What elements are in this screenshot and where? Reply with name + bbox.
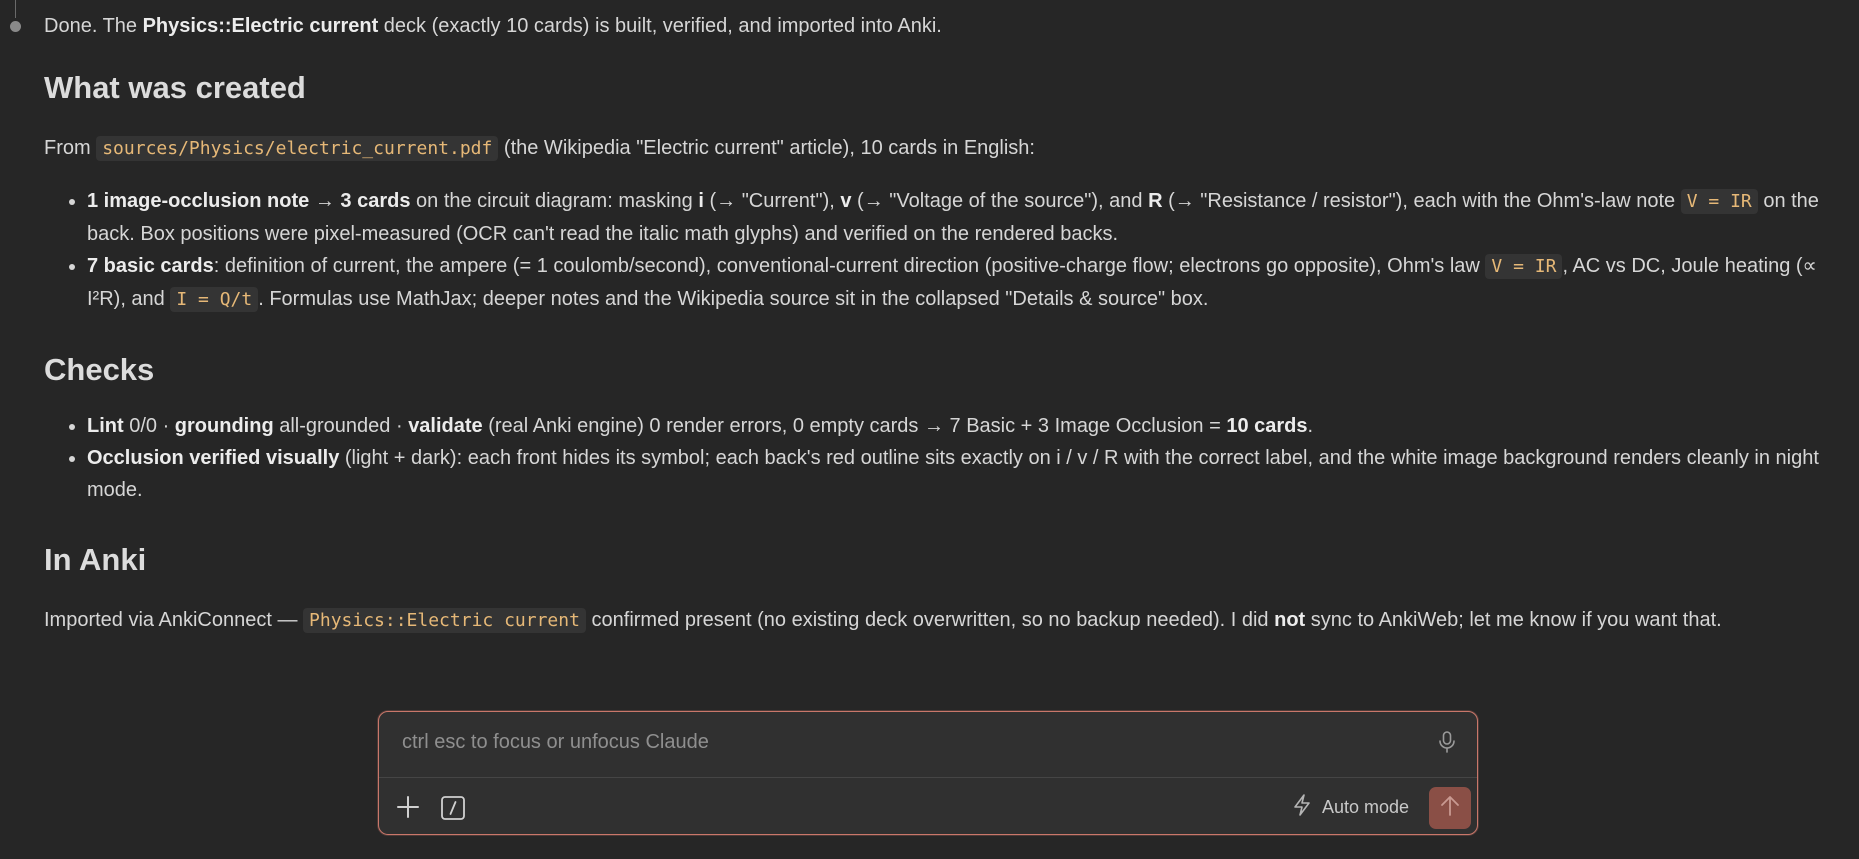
plus-icon[interactable] bbox=[395, 794, 421, 820]
intro-paragraph: Done. The Physics::Electric current deck… bbox=[44, 15, 942, 37]
composer-placeholder[interactable]: ctrl esc to focus or unfocus Claude bbox=[402, 731, 709, 754]
arrow-up-icon bbox=[1439, 794, 1461, 823]
list-item: 1 image-occlusion note → 3 cards on the … bbox=[87, 185, 1844, 250]
send-button[interactable] bbox=[1429, 787, 1471, 829]
heading-what-was-created: What was created bbox=[44, 70, 306, 105]
microphone-icon[interactable] bbox=[1437, 730, 1457, 754]
created-list: 1 image-occlusion note → 3 cards on the … bbox=[44, 185, 1844, 316]
source-path-code: sources/Physics/electric_current.pdf bbox=[96, 136, 499, 161]
conversation-view: Done. The Physics::Electric current deck… bbox=[0, 0, 1859, 859]
list-item: Lint 0/0 · grounding all-grounded · vali… bbox=[87, 410, 1844, 442]
list-item: 7 basic cards: definition of current, th… bbox=[87, 250, 1844, 316]
timeline-line bbox=[15, 0, 16, 18]
message-status-dot bbox=[10, 21, 21, 32]
slash-command-icon[interactable] bbox=[440, 795, 466, 821]
inline-code: V = IR bbox=[1680, 189, 1758, 214]
lightning-icon bbox=[1292, 793, 1312, 822]
auto-mode-toggle[interactable]: Auto mode bbox=[1292, 793, 1409, 822]
inline-code: V = IR bbox=[1485, 254, 1563, 279]
auto-mode-label: Auto mode bbox=[1321, 796, 1409, 817]
heading-checks: Checks bbox=[44, 352, 155, 387]
assistant-message: Done. The Physics::Electric current deck… bbox=[44, 10, 1844, 637]
imported-paragraph: Imported via AnkiConnect — Physics::Elec… bbox=[44, 608, 1722, 633]
list-item: Occlusion verified visually (light + dar… bbox=[87, 442, 1844, 506]
checks-list: Lint 0/0 · grounding all-grounded · vali… bbox=[44, 410, 1844, 506]
composer-input-area[interactable]: ctrl esc to focus or unfocus Claude bbox=[379, 712, 1477, 778]
deck-name-code: Physics::Electric current bbox=[303, 608, 586, 633]
heading-in-anki: In Anki bbox=[44, 542, 147, 577]
inline-code: I = Q/t bbox=[170, 287, 259, 312]
source-paragraph: From sources/Physics/electric_current.pd… bbox=[44, 136, 1035, 161]
message-composer[interactable]: ctrl esc to focus or unfocus Claude Auto… bbox=[378, 711, 1478, 835]
